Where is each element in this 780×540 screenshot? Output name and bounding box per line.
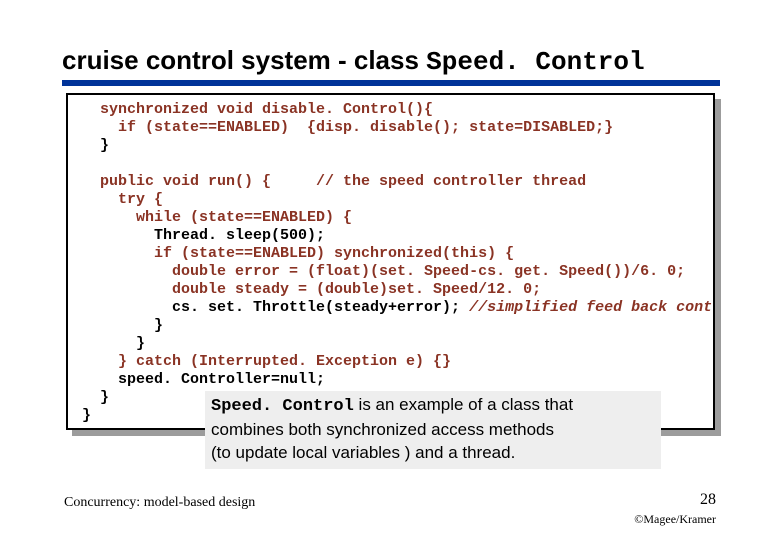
page-title: cruise control system - class Speed. Con…: [62, 45, 645, 77]
code-line: }: [82, 335, 145, 352]
page-number: 28: [700, 491, 716, 509]
note-line3: (to update local variables ) and a threa…: [211, 443, 515, 462]
code-box: synchronized void disable. Control(){ if…: [66, 93, 715, 430]
code-line: while (state==ENABLED) {: [82, 209, 352, 226]
code-line: speed. Controller=null;: [82, 371, 325, 388]
code-line: double steady = (double)set. Speed/12. 0…: [82, 281, 541, 298]
note-classname: Speed. Control: [211, 397, 354, 416]
code-line: synchronized void disable. Control(){: [82, 101, 433, 118]
footer-credit: ©Magee/Kramer: [634, 512, 716, 527]
code-listing: synchronized void disable. Control(){ if…: [82, 101, 713, 425]
note-box: Speed. Control is an example of a class …: [205, 391, 661, 469]
code-line: if (state==ENABLED) {disp. disable(); st…: [82, 119, 613, 136]
title-underline: [62, 80, 720, 86]
code-line: cs. set. Throttle(steady+error);: [82, 299, 469, 316]
code-comment: //simplified feed back control: [469, 299, 715, 316]
footer-left: Concurrency: model-based design: [64, 495, 255, 511]
title-text: cruise control system - class: [62, 45, 426, 75]
code-line: double error = (float)(set. Speed-cs. ge…: [82, 263, 685, 280]
code-line: Thread. sleep(500);: [82, 227, 325, 244]
code-line: } catch (Interrupted. Exception e) {}: [82, 353, 451, 370]
code-line: }: [82, 407, 91, 424]
note-line1: is an example of a class that: [354, 395, 573, 414]
code-line: }: [82, 317, 163, 334]
code-line: }: [82, 137, 109, 154]
slide: cruise control system - class Speed. Con…: [0, 0, 780, 540]
code-line: if (state==ENABLED) synchronized(this) {: [82, 245, 514, 262]
code-line: public void run() { // the speed control…: [82, 173, 586, 190]
code-line: }: [82, 389, 109, 406]
title-classname: Speed. Control: [426, 47, 644, 77]
note-line2: combines both synchronized access method…: [211, 420, 554, 439]
code-line: try {: [82, 191, 163, 208]
